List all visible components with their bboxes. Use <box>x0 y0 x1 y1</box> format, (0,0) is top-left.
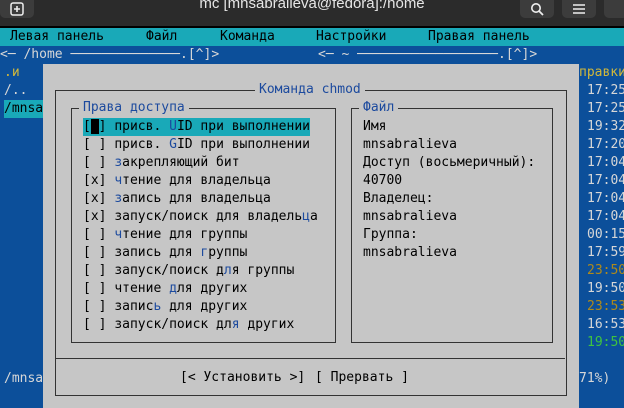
permission-checkbox[interactable]: [x] запись для владельца <box>83 190 271 208</box>
permission-checkbox[interactable]: [ ] чтение для других <box>83 280 247 298</box>
right-panel-time: 17:04 <box>587 209 624 224</box>
checkbox-box: [ ] <box>83 245 107 260</box>
right-panel-time: 00:15 <box>587 227 624 242</box>
menu-settings[interactable]: Настройки <box>316 29 386 45</box>
checkbox-box: [ ] <box>83 137 107 152</box>
right-panel-time: 17:25 <box>587 83 624 98</box>
permission-checkbox[interactable]: [ ] чтение для группы <box>83 226 247 244</box>
permission-label: запись для владельца <box>114 191 271 206</box>
file-info-line: Имя <box>363 119 387 134</box>
file-info-line: mnsabralieva <box>363 137 457 152</box>
checkbox-box: [ ] <box>83 119 107 134</box>
checkbox-box: [ ] <box>83 299 107 314</box>
checkbox-box: [ ] <box>83 281 107 296</box>
permission-checkbox[interactable]: [x] чтение для владельца <box>83 172 271 190</box>
close-button[interactable] <box>604 0 624 18</box>
right-panel-time: 19:50 <box>587 335 624 350</box>
search-icon <box>531 3 544 16</box>
file-info-line: Группа: <box>363 227 418 242</box>
permission-label: запуск/поиск для владельца <box>114 209 318 224</box>
checkbox-box: [ ] <box>83 317 107 332</box>
right-panel-time: 17:59 <box>587 245 624 260</box>
left-panel-entry[interactable]: /.. <box>4 82 27 100</box>
file-info-line: mnsabralieva <box>363 209 457 224</box>
permission-label: присв. GID при выполнении <box>114 137 310 152</box>
right-panel-time: 17:04 <box>587 155 624 170</box>
file-info-line: mnsabralieva <box>363 245 457 260</box>
right-panel-time: 17:20 <box>587 137 624 152</box>
left-panel-entry-selected[interactable]: /mnsa <box>4 100 43 118</box>
permission-label: присв. UID при выполнении <box>114 119 310 134</box>
chmod-dialog: Команда chmod Права доступа [ ] присв. U… <box>43 64 579 408</box>
menu-command[interactable]: Команда <box>220 29 275 45</box>
menu-button[interactable] <box>562 0 596 18</box>
file-info-line: 40700 <box>363 173 403 188</box>
permission-checkbox[interactable]: [ ] запись для группы <box>83 244 247 262</box>
right-panel-time: 23:53 <box>587 299 624 314</box>
permission-checkbox[interactable]: [ ] присв. UID при выполнении <box>83 118 310 136</box>
permission-label: запись для группы <box>114 245 248 260</box>
button-separator <box>55 358 565 359</box>
permission-checkbox[interactable]: [ ] присв. GID при выполнении <box>83 136 310 154</box>
permission-checkbox[interactable]: [ ] запуск/поиск для других <box>83 316 294 334</box>
menubar: Левая панель Файл Команда Настройки Прав… <box>0 28 624 46</box>
set-button[interactable]: [< Установить >] <box>180 369 305 387</box>
search-button[interactable] <box>520 0 554 18</box>
menu-right-panel[interactable]: Правая панель <box>428 29 530 45</box>
left-panel-column-header: .и <box>4 65 20 80</box>
hamburger-icon <box>573 4 585 14</box>
permission-label: запись для других <box>114 299 248 314</box>
right-panel-time: 23:50 <box>587 263 624 278</box>
dialog-title: Команда chmod <box>255 82 365 98</box>
permission-label: чтение для других <box>114 281 248 296</box>
right-panel-time: 17:25 <box>587 101 624 116</box>
left-panel-footer: /mnsa <box>4 371 44 386</box>
permission-checkbox[interactable]: [ ] запись для других <box>83 298 247 316</box>
right-panel-time: 16:53 <box>587 317 624 332</box>
window-titlebar: mc [mnsabralieva@fedora]:/home <box>0 0 624 26</box>
file-group-title: Файл <box>359 100 399 116</box>
checkbox-box: [x] <box>83 191 107 206</box>
permission-label: чтение для владельца <box>114 173 271 188</box>
left-panel-header[interactable]: <─ /home ──────────────.[^]> <box>0 46 219 64</box>
right-panel-footer: 71%) <box>579 371 611 386</box>
menu-file[interactable]: Файл <box>146 29 177 45</box>
checkbox-box: [ ] <box>83 155 107 170</box>
file-info-line: Владелец: <box>363 191 434 206</box>
checkbox-box: [x] <box>83 173 107 188</box>
permission-label: чтение для группы <box>114 227 248 242</box>
permission-checkbox[interactable]: [ ] запуск/поиск для группы <box>83 262 294 280</box>
rights-group-title: Права доступа <box>79 100 189 116</box>
permission-checkbox[interactable]: [ ] закрепляющий бит <box>83 154 240 172</box>
right-panel-header[interactable]: <─ ~ ──────────────────.[^]> <box>318 46 537 64</box>
checkbox-box: [ ] <box>83 227 107 242</box>
right-panel-time: 19:50 <box>587 281 624 296</box>
checkbox-box: [x] <box>83 209 107 224</box>
file-info-line: Доступ (восьмеричный): <box>363 155 536 170</box>
right-panel-column-header: правки <box>579 65 624 80</box>
right-panel-time: 17:04 <box>587 173 624 188</box>
right-panel-time: 19:32 <box>587 119 624 134</box>
right-panel-time: 17:04 <box>587 191 624 206</box>
permission-label: закрепляющий бит <box>114 155 240 170</box>
permission-label: запуск/поиск для группы <box>114 263 295 278</box>
permission-label: запуск/поиск для других <box>114 317 295 332</box>
menu-left-panel[interactable]: Левая панель <box>10 29 104 45</box>
checkbox-box: [ ] <box>83 263 107 278</box>
abort-button[interactable]: [ Прервать ] <box>315 369 409 387</box>
permission-checkbox[interactable]: [x] запуск/поиск для владельца <box>83 208 318 226</box>
